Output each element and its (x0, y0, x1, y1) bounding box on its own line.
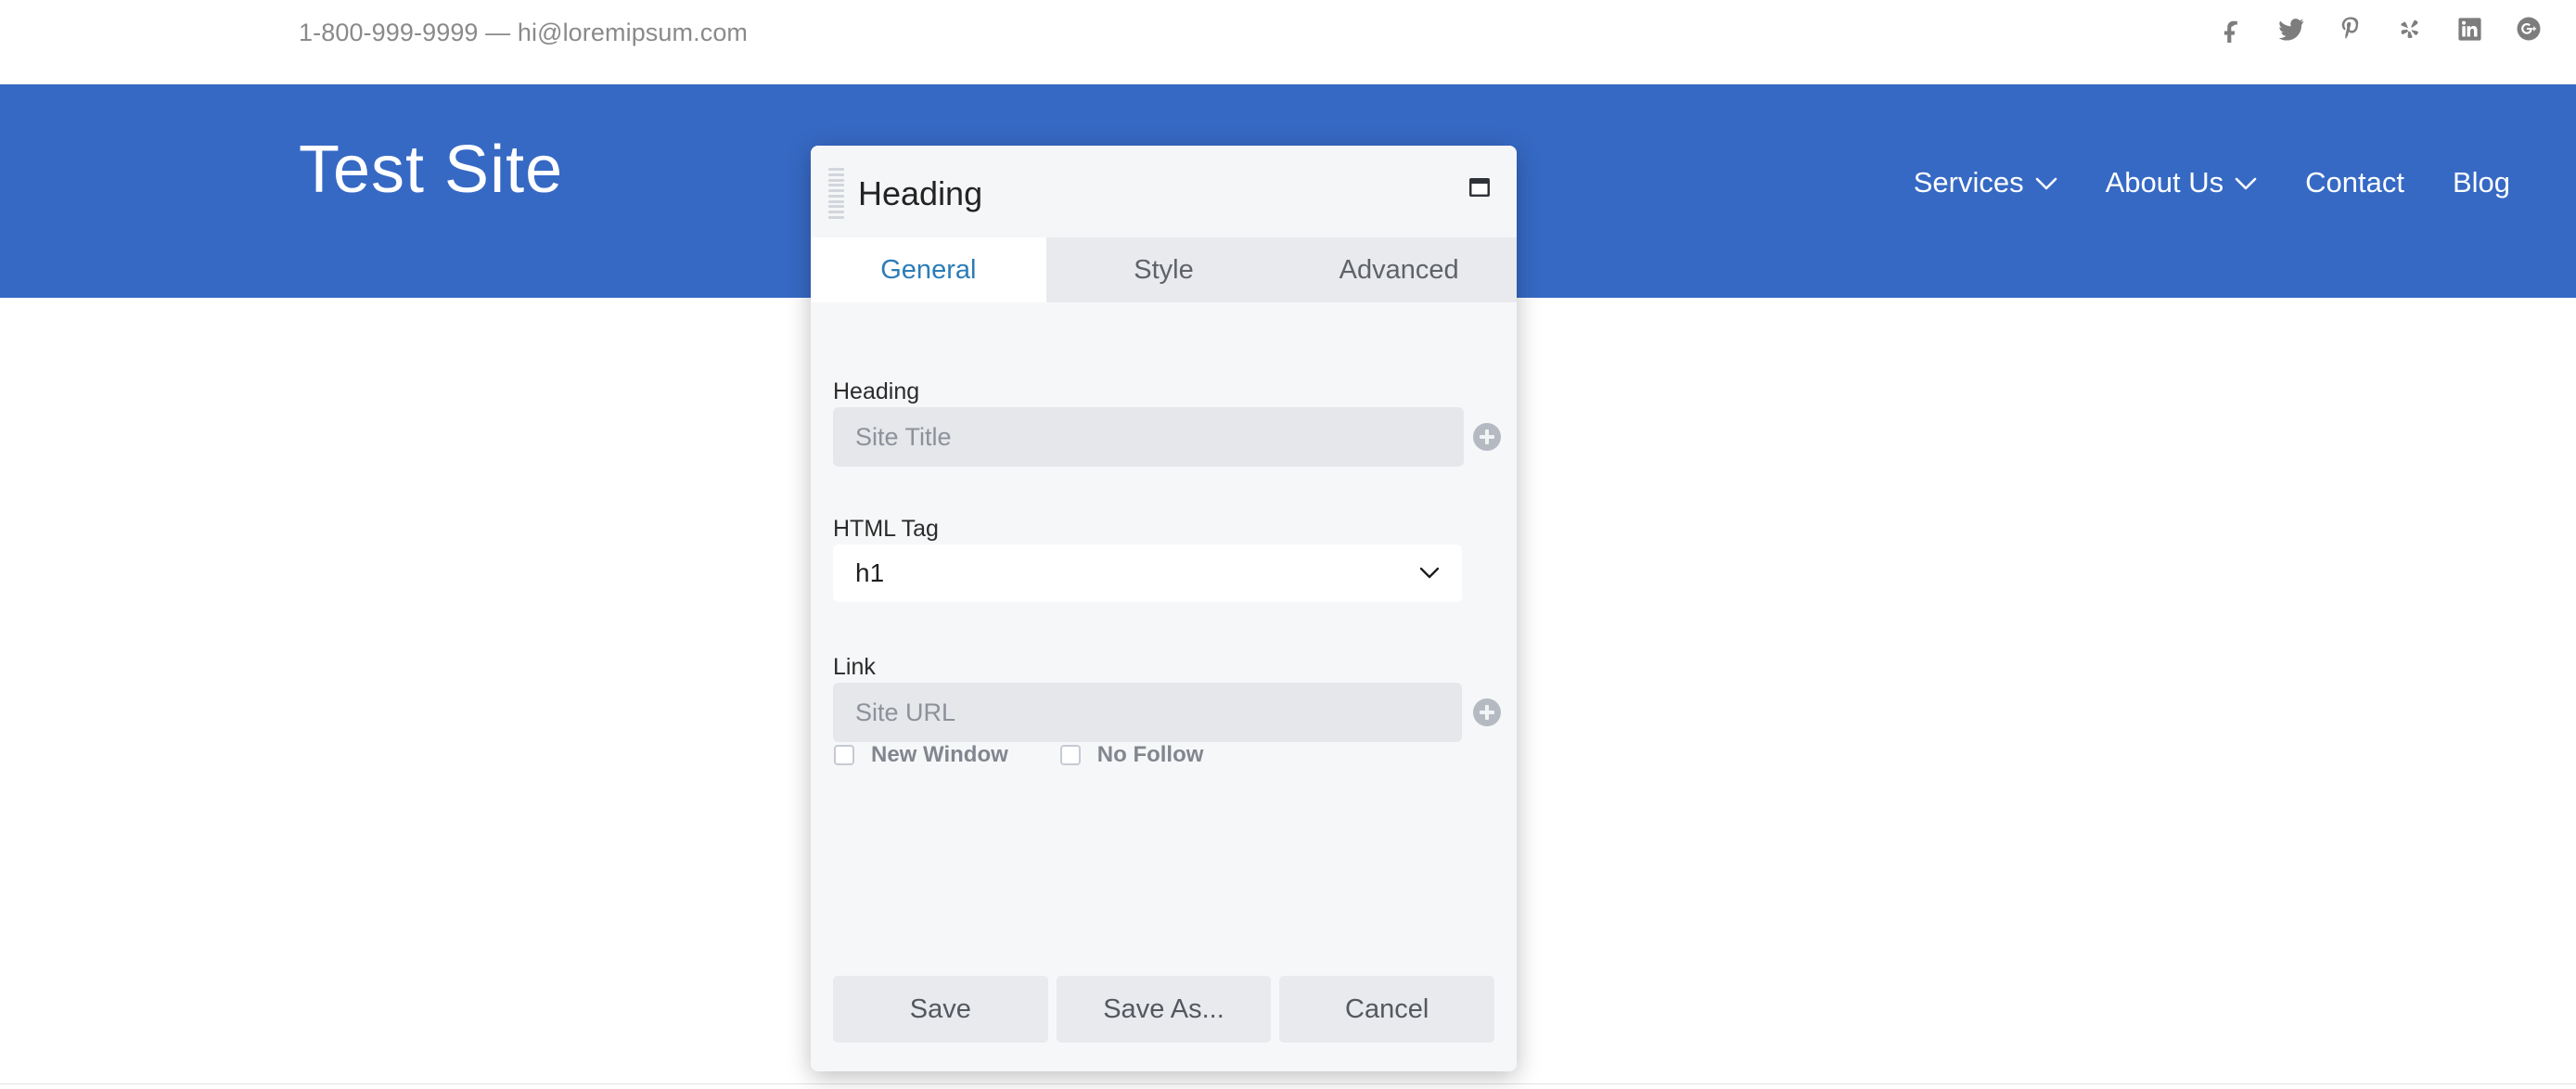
social-links (2216, 13, 2544, 45)
main-navigation: Services About Us Contact Blog (1890, 168, 2534, 197)
new-window-checkbox[interactable] (834, 745, 854, 765)
yelp-icon[interactable] (2394, 13, 2426, 45)
no-follow-checkbox[interactable] (1060, 745, 1081, 765)
linkedin-icon[interactable] (2454, 13, 2485, 45)
html-tag-field-label: HTML Tag (833, 516, 939, 543)
link-field-label: Link (833, 654, 876, 681)
chevron-down-icon (1419, 567, 1462, 580)
heading-input[interactable] (833, 407, 1464, 467)
link-input[interactable] (833, 683, 1462, 742)
heading-settings-dialog: Heading General Style Advanced Heading H… (811, 146, 1517, 1071)
tab-advanced[interactable]: Advanced (1281, 237, 1517, 302)
dialog-body: Heading HTML Tag h1 Link New Window No F… (811, 302, 1517, 1071)
html-tag-select[interactable]: h1 (833, 544, 1462, 602)
nav-label: About Us (2106, 168, 2224, 197)
window-restore-icon[interactable] (1464, 172, 1495, 203)
save-as-button[interactable]: Save As... (1057, 976, 1272, 1043)
pinterest-icon[interactable] (2335, 13, 2366, 45)
nav-label: Services (1914, 168, 2024, 197)
nav-label: Blog (2453, 168, 2510, 197)
googleplus-icon[interactable] (2513, 13, 2544, 45)
dialog-title: Heading (858, 173, 982, 213)
no-follow-label[interactable]: No Follow (1097, 742, 1204, 768)
tab-style[interactable]: Style (1046, 237, 1282, 302)
save-button[interactable]: Save (833, 976, 1048, 1043)
nav-item-blog[interactable]: Blog (2429, 168, 2534, 197)
new-window-label[interactable]: New Window (871, 742, 1008, 768)
chevron-down-icon (2035, 177, 2057, 191)
dialog-titlebar[interactable]: Heading (811, 146, 1517, 237)
dialog-footer: Save Save As... Cancel (811, 955, 1517, 1071)
heading-field-label: Heading (833, 378, 919, 405)
nav-item-contact[interactable]: Contact (2281, 168, 2429, 197)
link-add-dynamic-tag-icon[interactable] (1473, 698, 1501, 726)
chevron-down-icon (2235, 177, 2257, 191)
dialog-tabs: General Style Advanced (811, 237, 1517, 302)
facebook-icon[interactable] (2216, 13, 2248, 45)
nav-item-services[interactable]: Services (1890, 168, 2082, 197)
drag-handle-icon[interactable] (828, 168, 844, 219)
top-utility-bar: 1-800-999-9999 — hi@loremipsum.com (0, 0, 2576, 84)
cancel-button[interactable]: Cancel (1279, 976, 1494, 1043)
nav-item-about-us[interactable]: About Us (2082, 168, 2282, 197)
html-tag-selected-value: h1 (833, 558, 1419, 588)
contact-info: 1-800-999-9999 — hi@loremipsum.com (299, 19, 748, 47)
tab-general[interactable]: General (811, 237, 1046, 302)
heading-add-dynamic-tag-icon[interactable] (1473, 423, 1501, 451)
nav-label: Contact (2305, 168, 2404, 197)
site-logo[interactable]: Test Site (299, 136, 563, 203)
page-bottom-divider (0, 1083, 2576, 1084)
twitter-icon[interactable] (2275, 13, 2307, 45)
link-options-row: New Window No Follow (834, 742, 1203, 768)
